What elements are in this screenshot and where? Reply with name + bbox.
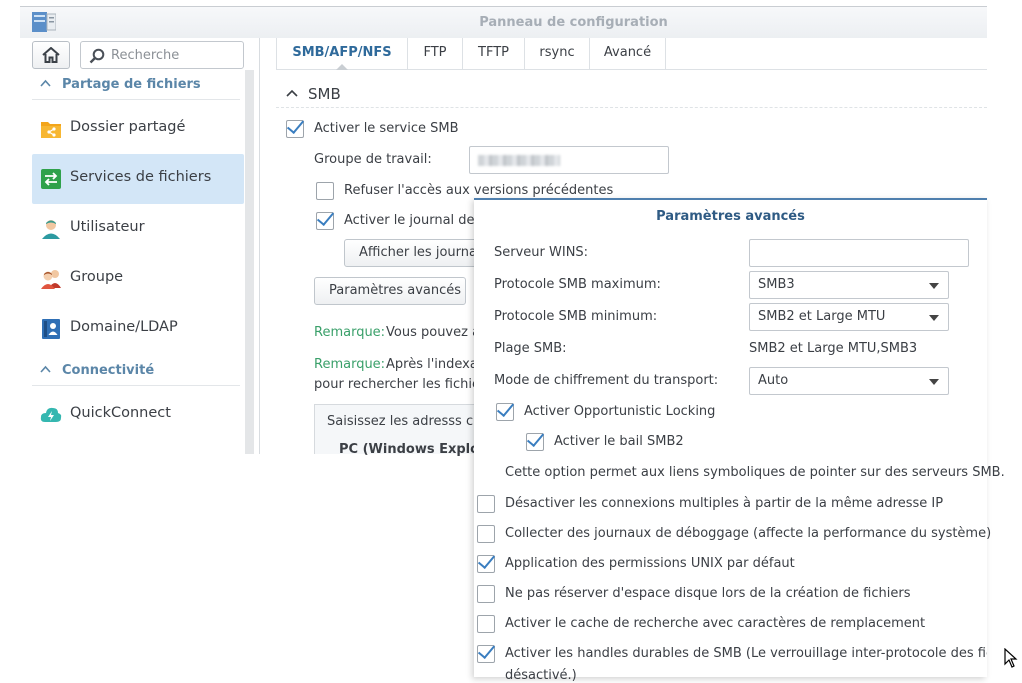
remark-text: Après l'indexat — [386, 357, 483, 372]
sidebar-item-shared-folder[interactable]: Dossier partagé — [32, 104, 244, 154]
dialog-title: Paramètres avancés — [656, 209, 805, 224]
encryption-mode-select[interactable]: Auto — [749, 367, 949, 395]
oplock-label: Activer Opportunistic Locking — [524, 404, 716, 419]
smb2-lease-label: Activer le bail SMB2 — [554, 434, 684, 449]
section-file-sharing[interactable]: Partage de fichiers — [32, 70, 240, 100]
remark-label: Remarque: — [314, 357, 386, 372]
wildcard-cache-checkbox[interactable] — [477, 615, 495, 633]
remark-text: Vous pouvez a — [386, 325, 481, 340]
sidebar-item-file-services[interactable]: Services de fichiers — [32, 154, 244, 204]
option-label: Activer le cache de recherche avec carac… — [505, 616, 926, 631]
search-box[interactable] — [80, 41, 244, 69]
sidebar-divider — [259, 38, 260, 454]
smb-range-label: Plage SMB: — [494, 341, 567, 356]
redacted-value — [478, 155, 560, 166]
sidebar-item-label: Domaine/LDAP — [70, 319, 178, 335]
chevron-up-icon — [40, 365, 51, 373]
chevron-up-icon — [286, 89, 298, 97]
option-label: Ne pas réserver d'espace disque lors de … — [505, 586, 911, 601]
group-icon — [41, 270, 61, 289]
option-label: Collecter des journaux de déboggage (aff… — [505, 526, 992, 541]
select-value: SMB3 — [758, 277, 795, 292]
sidebar-item-label: Services de fichiers — [70, 169, 212, 185]
remark-text-line2: pour rechercher les fichiers — [314, 377, 493, 392]
sidebar-item-label: Groupe — [70, 269, 124, 285]
advanced-settings-button[interactable]: Paramètres avancés — [314, 277, 466, 305]
option-label: Désactiver les connexions multiples à pa… — [505, 496, 944, 511]
durable-handles-checkbox[interactable] — [477, 645, 495, 663]
dropdown-arrow-icon — [929, 379, 939, 385]
deny-previous-versions-checkbox[interactable] — [316, 182, 334, 200]
file-services-icon — [41, 169, 61, 189]
option-label: Application des permissions UNIX par déf… — [505, 556, 795, 571]
sidebar-item-quickconnect[interactable]: QuickConnect — [32, 390, 244, 440]
tab-ftp[interactable]: FTP — [408, 38, 463, 69]
disable-multiple-connections-checkbox[interactable] — [477, 495, 495, 513]
home-button[interactable] — [32, 41, 70, 69]
option-label: Activer les handles durables de SMB (Le … — [505, 646, 987, 661]
min-protocol-select[interactable]: SMB2 et Large MTU — [749, 303, 949, 331]
max-protocol-select[interactable]: SMB3 — [749, 271, 949, 299]
max-protocol-label: Protocole SMB maximum: — [494, 277, 661, 292]
sidebar: Partage de fichiers Dossier partagé Serv… — [20, 38, 260, 454]
workgroup-input[interactable] — [469, 146, 669, 174]
min-protocol-label: Protocole SMB minimum: — [494, 309, 658, 324]
domain-ldap-icon — [42, 319, 60, 339]
user-icon — [42, 220, 60, 239]
select-value: Auto — [758, 373, 789, 388]
sidebar-item-label: Dossier partagé — [70, 119, 186, 135]
section-title: SMB — [308, 85, 341, 103]
sidebar-item-domain-ldap[interactable]: Domaine/LDAP — [32, 304, 244, 354]
sidebar-item-user[interactable]: Utilisateur — [32, 204, 244, 254]
tab-smb-afp-nfs[interactable]: SMB/AFP/NFS — [276, 38, 408, 70]
no-reserve-space-checkbox[interactable] — [477, 585, 495, 603]
tab-tftp[interactable]: TFTP — [463, 38, 525, 69]
section-label: Connectivité — [62, 363, 155, 378]
option-label-line2: désactivé.) — [505, 668, 577, 683]
dropdown-arrow-icon — [929, 315, 939, 321]
oplock-checkbox[interactable] — [496, 403, 514, 421]
sidebar-scrollbar[interactable] — [245, 70, 254, 454]
search-icon — [89, 48, 105, 64]
hint-heading: PC (Windows Explor — [339, 442, 486, 457]
workgroup-label: Groupe de travail: — [314, 152, 432, 167]
select-value: SMB2 et Large MTU — [758, 309, 886, 324]
deny-previous-versions-label: Refuser l'accès aux versions précédentes — [344, 183, 614, 198]
hint-text: Saisissez les adresss ci- — [327, 414, 482, 429]
dropdown-arrow-icon — [929, 283, 939, 289]
section-connectivity[interactable]: Connectivité — [32, 356, 240, 386]
mouse-cursor-icon — [1004, 648, 1018, 668]
home-icon — [42, 47, 60, 63]
advanced-settings-dialog: Paramètres avancés Serveur WINS: Protoco… — [474, 198, 1005, 683]
enable-log-label: Activer le journal des — [344, 213, 482, 228]
tab-bar: SMB/AFP/NFS FTP TFTP rsync Avancé — [276, 38, 987, 70]
sidebar-item-label: QuickConnect — [70, 405, 171, 421]
tab-advanced[interactable]: Avancé — [590, 38, 666, 69]
section-label: Partage de fichiers — [62, 77, 201, 92]
debug-logs-checkbox[interactable] — [477, 525, 495, 543]
tab-rsync[interactable]: rsync — [525, 38, 590, 69]
quickconnect-icon — [40, 407, 62, 422]
chevron-up-icon — [40, 79, 51, 87]
smb2-lease-checkbox[interactable] — [526, 433, 544, 451]
show-logs-button[interactable]: Afficher les journau — [344, 239, 485, 267]
sidebar-item-group[interactable]: Groupe — [32, 254, 244, 304]
search-input[interactable] — [111, 46, 237, 64]
enable-smb-checkbox[interactable] — [286, 120, 304, 138]
smb-range-value: SMB2 et Large MTU,SMB3 — [749, 341, 918, 356]
shared-folder-icon — [41, 122, 61, 138]
enable-smb-label: Activer le service SMB — [314, 121, 459, 136]
smb-section-header[interactable]: SMB — [276, 80, 987, 108]
unix-permissions-checkbox[interactable] — [477, 555, 495, 573]
address-hint-box: Saisissez les adresss ci- PC (Windows Ex… — [314, 404, 494, 457]
wins-input[interactable] — [749, 239, 969, 267]
remark-label: Remarque: — [314, 325, 386, 340]
enable-log-checkbox[interactable] — [316, 212, 334, 230]
symlink-note: Cette option permet aux liens symbolique… — [505, 465, 1005, 480]
window-title: Panneau de configuration — [479, 15, 668, 30]
title-bar: Panneau de configuration — [20, 6, 987, 38]
sidebar-item-label: Utilisateur — [70, 219, 145, 235]
encryption-mode-label: Mode de chiffrement du transport: — [494, 373, 719, 388]
wins-label: Serveur WINS: — [494, 245, 589, 260]
